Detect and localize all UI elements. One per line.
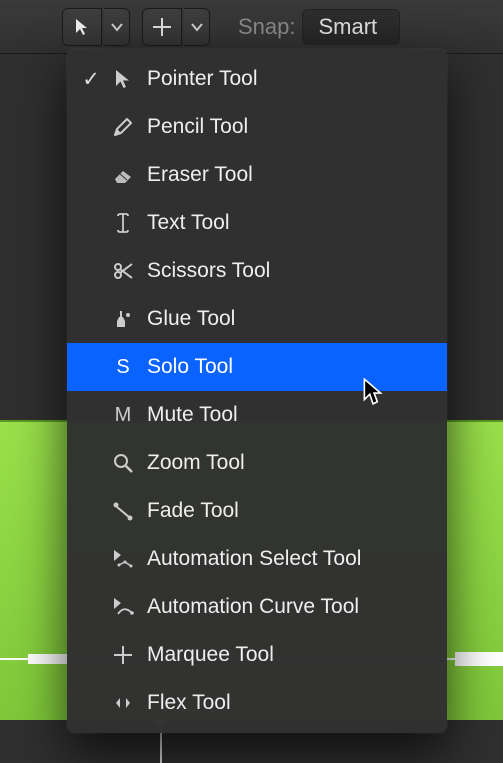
menu-item-label: Pointer Tool: [141, 67, 433, 91]
menu-item-eraser-tool[interactable]: Eraser Tool: [67, 151, 447, 199]
menu-item-label: Pencil Tool: [141, 115, 433, 139]
cmd-click-tool-button[interactable]: [142, 8, 182, 46]
menu-item-glue-tool[interactable]: Glue Tool: [67, 295, 447, 343]
letter-M-icon: M: [105, 404, 141, 427]
menu-item-label: Automation Curve Tool: [141, 595, 433, 619]
menu-item-solo-tool[interactable]: SSolo Tool: [67, 343, 447, 391]
menu-item-label: Automation Select Tool: [141, 547, 433, 571]
menu-item-label: Eraser Tool: [141, 163, 433, 187]
menu-item-label: Marquee Tool: [141, 643, 433, 667]
flex-icon: [105, 691, 141, 715]
left-click-tool-button[interactable]: [62, 8, 102, 46]
left-click-tool-dropdown[interactable]: [104, 8, 130, 46]
menu-item-fade-tool[interactable]: Fade Tool: [67, 487, 447, 535]
toolbar: Snap: Smart: [0, 0, 503, 54]
menu-item-text-tool[interactable]: Text Tool: [67, 199, 447, 247]
chevron-down-icon: [111, 22, 123, 32]
glue-icon: [105, 307, 141, 331]
autoselect-icon: [105, 547, 141, 571]
zoom-icon: [105, 451, 141, 475]
eraser-icon: [105, 163, 141, 187]
scissors-icon: [105, 259, 141, 283]
menu-item-flex-tool[interactable]: Flex Tool: [67, 679, 447, 727]
menu-item-pointer-tool[interactable]: ✓ Pointer Tool: [67, 55, 447, 103]
letter-S-icon: S: [105, 356, 141, 379]
marquee-icon: [105, 643, 141, 667]
menu-item-mute-tool[interactable]: MMute Tool: [67, 391, 447, 439]
menu-item-label: Text Tool: [141, 211, 433, 235]
menu-item-automation-select-tool[interactable]: Automation Select Tool: [67, 535, 447, 583]
menu-item-label: Glue Tool: [141, 307, 433, 331]
menu-item-label: Flex Tool: [141, 691, 433, 715]
menu-item-label: Mute Tool: [141, 403, 433, 427]
autocurve-icon: [105, 595, 141, 619]
pencil-icon: [105, 115, 141, 139]
menu-item-pencil-tool[interactable]: Pencil Tool: [67, 103, 447, 151]
marquee-icon: [151, 16, 173, 38]
fade-icon: [105, 499, 141, 523]
tool-menu: ✓ Pointer Tool Pencil Tool Eraser Tool Text …: [67, 49, 447, 733]
menu-item-zoom-tool[interactable]: Zoom Tool: [67, 439, 447, 487]
menu-item-automation-curve-tool[interactable]: Automation Curve Tool: [67, 583, 447, 631]
text-icon: [105, 211, 141, 235]
cmd-click-tool-dropdown[interactable]: [184, 8, 210, 46]
snap-label: Snap:: [238, 14, 296, 40]
pointer-icon: [105, 67, 141, 91]
menu-item-label: Fade Tool: [141, 499, 433, 523]
menu-item-scissors-tool[interactable]: Scissors Tool: [67, 247, 447, 295]
menu-item-label: Scissors Tool: [141, 259, 433, 283]
menu-item-label: Solo Tool: [141, 355, 433, 379]
checkmark-icon: ✓: [77, 67, 105, 92]
pointer-icon: [72, 17, 92, 37]
menu-item-marquee-tool[interactable]: Marquee Tool: [67, 631, 447, 679]
menu-item-label: Zoom Tool: [141, 451, 433, 475]
snap-mode-selector[interactable]: Smart: [302, 9, 401, 45]
chevron-down-icon: [191, 22, 203, 32]
